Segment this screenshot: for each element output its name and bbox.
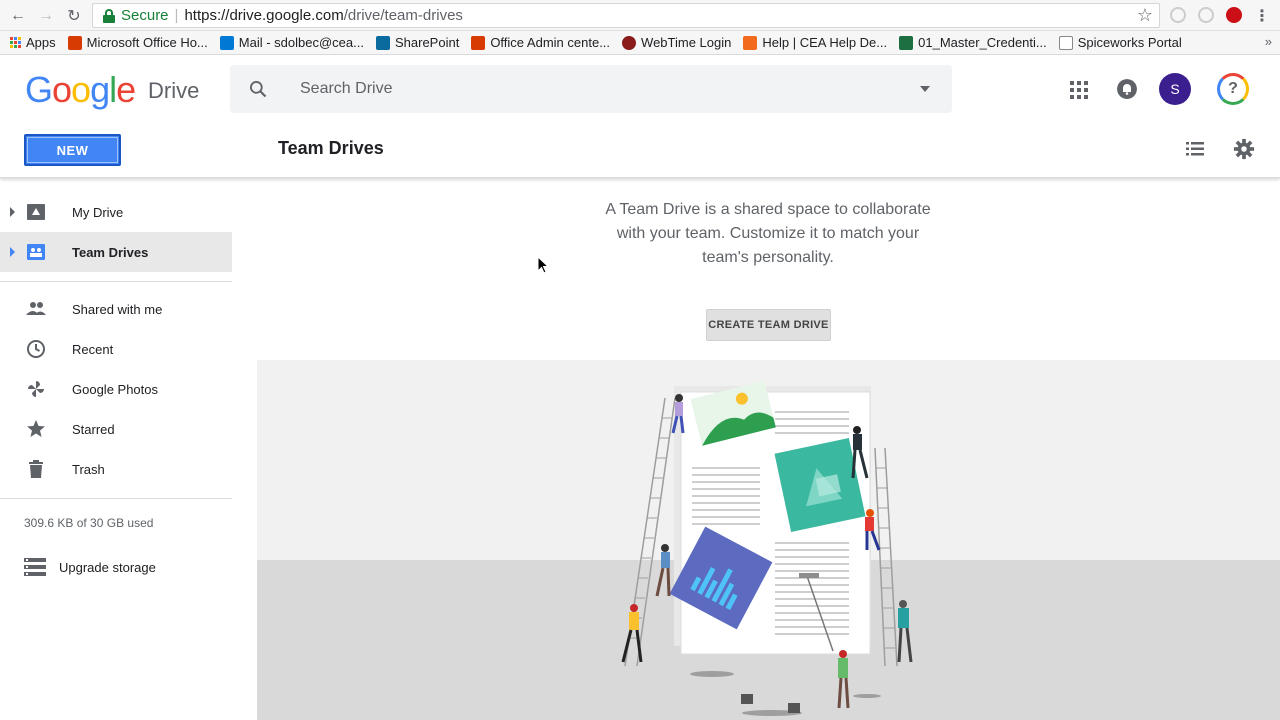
sidebar: My Drive Team Drives Shared with me Rece… (0, 178, 232, 720)
sidebar-item-trash[interactable]: Trash (0, 449, 232, 489)
bookmark-credentials[interactable]: 01_Master_Credenti... (899, 35, 1047, 50)
webtime-icon (622, 35, 637, 50)
page-icon (1058, 35, 1073, 50)
sidebar-item-label: My Drive (72, 205, 124, 220)
help-desk-icon (743, 35, 758, 50)
sharepoint-icon (375, 35, 390, 50)
expand-arrow-icon[interactable] (10, 247, 15, 257)
excel-icon (899, 35, 914, 50)
page-title: Team Drives (278, 138, 384, 158)
reload-icon[interactable]: ↻ (64, 6, 84, 26)
sidebar-item-team-drives[interactable]: Team Drives (0, 232, 232, 272)
extension-icon[interactable] (1170, 7, 1186, 23)
sidebar-item-my-drive[interactable]: My Drive (0, 192, 232, 232)
bookmark-label: 01_Master_Credenti... (918, 35, 1047, 50)
bookmark-label: Apps (26, 35, 56, 50)
people-icon (26, 302, 46, 315)
avatar[interactable]: S (1159, 73, 1191, 105)
notifications-bell-icon[interactable] (1117, 79, 1137, 99)
help-icon[interactable]: ? (1217, 73, 1249, 105)
new-button[interactable]: NEW (24, 134, 121, 166)
upgrade-storage-link[interactable]: Upgrade storage (24, 555, 224, 579)
main-content: A Team Drive is a shared space to collab… (257, 178, 1280, 720)
bookmark-sharepoint[interactable]: SharePoint (375, 35, 460, 50)
star-icon (27, 420, 45, 437)
storage-icon (24, 558, 46, 576)
sidebar-item-photos[interactable]: Google Photos (0, 369, 232, 409)
search-options-icon[interactable] (920, 86, 930, 92)
sidebar-item-label: Trash (72, 462, 105, 477)
opera-extension-icon[interactable] (1226, 7, 1242, 23)
back-icon[interactable]: ← (8, 6, 28, 26)
sidebar-item-label: Starred (72, 422, 115, 437)
search-bar[interactable] (230, 65, 952, 113)
storage-usage: 309.6 KB of 30 GB used (24, 516, 154, 530)
address-separator: | (174, 7, 179, 24)
bookmarks-bar: Apps Microsoft Office Ho... Mail - sdolb… (0, 31, 1280, 55)
my-drive-icon (27, 204, 45, 220)
outlook-icon (219, 35, 234, 50)
mouse-cursor-icon (537, 256, 549, 274)
action-bar: NEW Team Drives (0, 122, 1280, 178)
bookmark-office-admin[interactable]: Office Admin cente... (471, 35, 610, 50)
address-bar[interactable]: Secure | https://drive.google.com/drive/… (92, 3, 1160, 28)
sidebar-item-label: Shared with me (72, 302, 163, 317)
bookmark-label: Microsoft Office Ho... (86, 35, 208, 50)
team-drive-intro: A Team Drive is a shared space to collab… (605, 201, 931, 266)
bookmark-label: Mail - sdolbec@cea... (238, 35, 364, 50)
bookmark-label: Office Admin cente... (490, 35, 611, 50)
bookmark-apps[interactable]: Apps (10, 35, 56, 50)
browser-toolbar: ← → ↻ Secure | https://drive.google.com /… (0, 0, 1280, 31)
list-view-icon[interactable] (1186, 141, 1204, 157)
bookmark-help-desk[interactable]: Help | CEA Help De... (743, 35, 887, 50)
sidebar-item-label: Google Photos (72, 382, 159, 397)
secure-label: Secure (121, 7, 169, 24)
sidebar-item-label: Recent (72, 342, 114, 357)
forward-icon[interactable]: → (36, 6, 56, 26)
url-host: https://drive.google.com (184, 7, 344, 24)
extension-chat-icon[interactable] (1198, 7, 1214, 23)
bookmark-office[interactable]: Microsoft Office Ho... (67, 35, 208, 50)
bookmark-webtime[interactable]: WebTime Login (622, 35, 731, 50)
apps-grid-icon (10, 37, 21, 48)
bookmark-label: Help | CEA Help De... (762, 35, 888, 50)
help-label: ? (1228, 80, 1238, 97)
upgrade-storage-label: Upgrade storage (59, 560, 156, 575)
bookmark-label: WebTime Login (641, 35, 732, 50)
drive-header: Google Drive S ? (0, 56, 1280, 122)
clock-icon (27, 340, 45, 358)
menu-icon[interactable]: ⋮ (1252, 6, 1272, 26)
office-icon (471, 35, 486, 50)
bookmark-mail[interactable]: Mail - sdolbec@cea... (219, 35, 364, 50)
apps-launcher-icon[interactable] (1070, 81, 1088, 99)
sidebar-item-label: Team Drives (72, 245, 149, 260)
bookmark-star-icon[interactable]: ☆ (1137, 5, 1153, 26)
office-icon (67, 35, 82, 50)
search-input[interactable] (300, 77, 900, 101)
google-logo[interactable]: Google (25, 69, 136, 111)
sidebar-item-starred[interactable]: Starred (0, 409, 232, 449)
bookmarks-more-icon[interactable]: » (1265, 34, 1272, 49)
team-drives-icon (27, 244, 45, 260)
sidebar-item-shared[interactable]: Shared with me (0, 289, 232, 329)
lock-icon (103, 8, 115, 23)
create-team-drive-button[interactable]: CREATE TEAM DRIVE (706, 309, 831, 341)
sidebar-divider (0, 281, 232, 282)
settings-gear-icon[interactable] (1233, 138, 1255, 160)
product-name[interactable]: Drive (148, 78, 199, 104)
trash-icon (29, 460, 43, 478)
bookmark-label: Spiceworks Portal (1077, 35, 1182, 50)
url-path: /drive/team-drives (343, 7, 463, 24)
sidebar-divider (0, 498, 232, 499)
team-drive-illustration (621, 380, 913, 716)
bookmark-label: SharePoint (394, 35, 460, 50)
bookmark-spiceworks[interactable]: Spiceworks Portal (1058, 35, 1182, 50)
search-icon[interactable] (248, 79, 268, 99)
expand-arrow-icon[interactable] (10, 207, 15, 217)
pinwheel-icon (28, 381, 44, 397)
sidebar-item-recent[interactable]: Recent (0, 329, 232, 369)
